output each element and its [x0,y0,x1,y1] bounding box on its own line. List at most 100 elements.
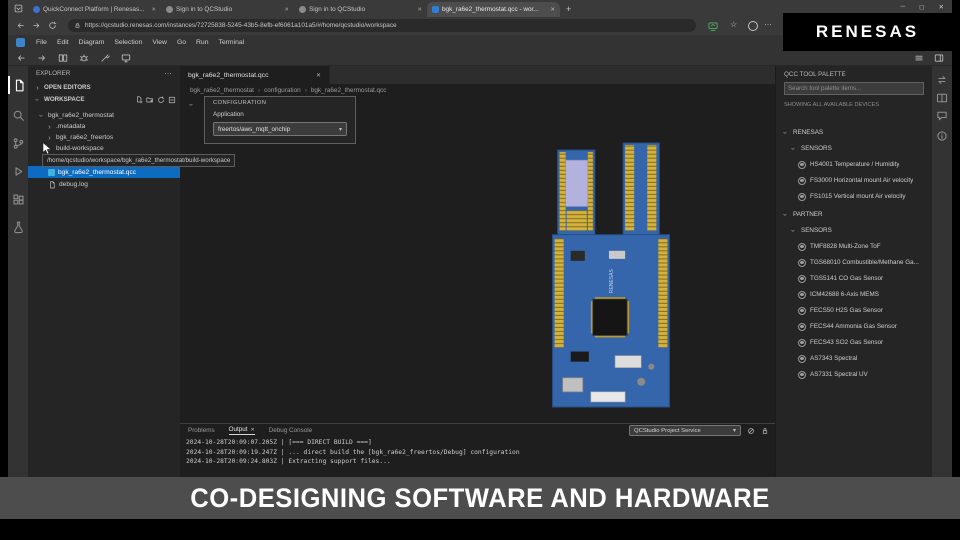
back-icon[interactable] [16,21,25,30]
section-collapse-icon[interactable] [188,101,195,109]
forward-icon[interactable] [32,21,41,30]
chevron-right-icon [46,123,53,131]
renesas-logo: RENESAS [783,13,952,51]
tree-item-folder[interactable]: .metadata [28,121,180,132]
collapse-all-icon[interactable] [168,96,176,104]
video-frame: QuickConnect Platform | Renesas... Sign … [0,0,960,540]
url-field[interactable]: https://qcstudio.renesas.com/instances/7… [68,19,696,32]
activity-explorer[interactable] [8,74,28,96]
tab-close-icon[interactable] [417,7,422,13]
editor-tab-strip: bgk_ra6e2_thermostat.qcc [180,66,775,84]
activity-extensions[interactable] [8,188,28,210]
nav-forward-icon[interactable] [37,53,47,63]
tab-close-icon[interactable] [550,7,555,13]
palette-item[interactable]: AS7343 Spectral [776,352,933,365]
palette-search-input[interactable]: Search tool palette items... [784,82,924,95]
tree-item-label: .metadata [56,123,86,130]
tab-problems[interactable]: Problems [188,427,215,434]
browser-tab[interactable]: Sign in to QCStudio [294,2,427,17]
sensor-icon [798,322,806,331]
palette-item[interactable]: TGS5141 CO Gas Sensor [776,272,933,285]
browser-tab-active[interactable]: bgk_ra6e2_thermostat.qcc - wor... [427,2,560,17]
clear-output-icon[interactable] [747,427,755,435]
breadcrumb-item[interactable]: bgk_ra6e2_thermostat [190,87,254,94]
menu-edit[interactable]: Edit [52,39,74,46]
palette-item[interactable]: TMF8828 Multi-Zone ToF [776,240,933,253]
new-tab-button[interactable]: + [566,2,571,17]
palette-item[interactable]: FECS44 Ammonia Gas Sensor [776,320,933,333]
menu-diagram[interactable]: Diagram [74,39,110,46]
palette-section-sensors[interactable]: SENSORS [776,224,933,237]
menu-file[interactable]: File [31,39,52,46]
menu-selection[interactable]: Selection [109,39,147,46]
palette-item[interactable]: FS3000 Horizontal mount Air velocity [776,174,933,187]
maximize-button[interactable]: ◻ [919,3,924,11]
tab-output[interactable]: Output [228,426,255,435]
palette-item[interactable]: FECS43 SO2 Gas Sensor [776,336,933,349]
output-channel-select[interactable]: QCStudio Project Service [629,425,741,436]
menu-terminal[interactable]: Terminal [213,39,249,46]
tree-item-folder[interactable]: bgk_ra6e2_thermostat [28,110,180,121]
application-select[interactable]: freertos/aws_mqtt_onchip [213,122,347,136]
palette-item[interactable]: ICM42688 6-Axis MEMS [776,288,933,301]
columns-icon[interactable] [936,92,948,104]
workspace-section[interactable]: WORKSPACE [28,94,180,105]
palette-item[interactable]: FECS50 H2S Gas Sensor [776,304,933,317]
editor-tab-close-icon[interactable] [316,72,321,79]
activity-test-beaker[interactable] [8,216,28,238]
tab-search-icon[interactable] [14,4,23,13]
refresh-icon[interactable] [48,21,57,30]
close-button[interactable]: ✕ [939,3,944,11]
new-file-icon[interactable] [135,95,143,104]
chat-icon[interactable] [936,110,948,122]
debug-icon[interactable] [79,53,89,63]
profile-avatar[interactable] [748,21,758,31]
browser-menu-icon[interactable]: … [764,18,772,27]
swap-panels-icon[interactable] [936,74,948,86]
menu-go[interactable]: Go [172,39,191,46]
menu-run[interactable]: Run [191,39,213,46]
palette-section-sensors[interactable]: SENSORS [776,142,933,155]
palette-item[interactable]: FS1015 Vertical mount Air velocity [776,190,933,203]
output-channel-value: QCStudio Project Service [634,427,701,434]
palette-item-label: TGS5141 CO Gas Sensor [810,275,884,282]
lock-scroll-icon[interactable] [761,427,769,435]
browser-tab[interactable]: Sign in to QCStudio [161,2,294,17]
monitor-icon[interactable] [121,53,131,63]
screen-share-icon[interactable] [708,21,718,31]
tab-close-icon[interactable] [151,7,156,13]
activity-run-debug[interactable] [8,160,28,182]
log-line: 2024-10-28T20:09:07.205Z | [=== DIRECT B… [186,439,372,446]
minimize-button[interactable]: ─ [901,3,906,11]
favorites-star-icon[interactable]: ☆ [730,20,737,29]
editor-tab-active[interactable]: bgk_ra6e2_thermostat.qcc [180,66,330,84]
palette-group-renesas[interactable]: RENESAS [776,126,933,139]
breadcrumb-item[interactable]: configuration [264,87,301,94]
tree-item-file[interactable]: debug.log [28,179,180,190]
menu-view[interactable]: View [147,39,172,46]
chevron-down-icon [34,96,41,104]
browser-tab[interactable]: QuickConnect Platform | Renesas... [28,2,161,17]
nav-back-icon[interactable] [16,53,26,63]
palette-item[interactable]: TGS68010 Combustible/Methane Ga... [776,256,933,269]
build-tools-icon[interactable] [100,53,110,63]
palette-subtitle: SHOWING ALL AVAILABLE DEVICES [784,102,880,108]
refresh-explorer-icon[interactable] [157,95,165,104]
tab-debug-console[interactable]: Debug Console [269,427,312,434]
panel-layout-icon[interactable] [914,53,924,63]
new-folder-icon[interactable] [146,96,154,104]
activity-search[interactable] [8,104,28,126]
tree-item-file-selected[interactable]: bgk_ra6e2_thermostat.qcc [28,166,180,178]
activity-source-control[interactable] [8,132,28,154]
palette-group-partner[interactable]: PARTNER [776,208,933,221]
open-editors-section[interactable]: OPEN EDITORS [28,82,180,93]
sidebar-toggle-icon[interactable] [934,53,944,63]
tab-close-icon[interactable] [284,7,289,13]
output-close-icon[interactable] [251,427,255,433]
breadcrumb-item[interactable]: bgk_ra6e2_thermostat.qcc [311,87,387,94]
explorer-more-icon[interactable]: … [164,67,172,76]
info-icon[interactable] [936,130,948,142]
palette-item[interactable]: HS4001 Temperature / Humidity [776,158,933,171]
palette-item[interactable]: AS7331 Spectral UV [776,368,933,381]
split-editor-icon[interactable] [58,53,68,63]
